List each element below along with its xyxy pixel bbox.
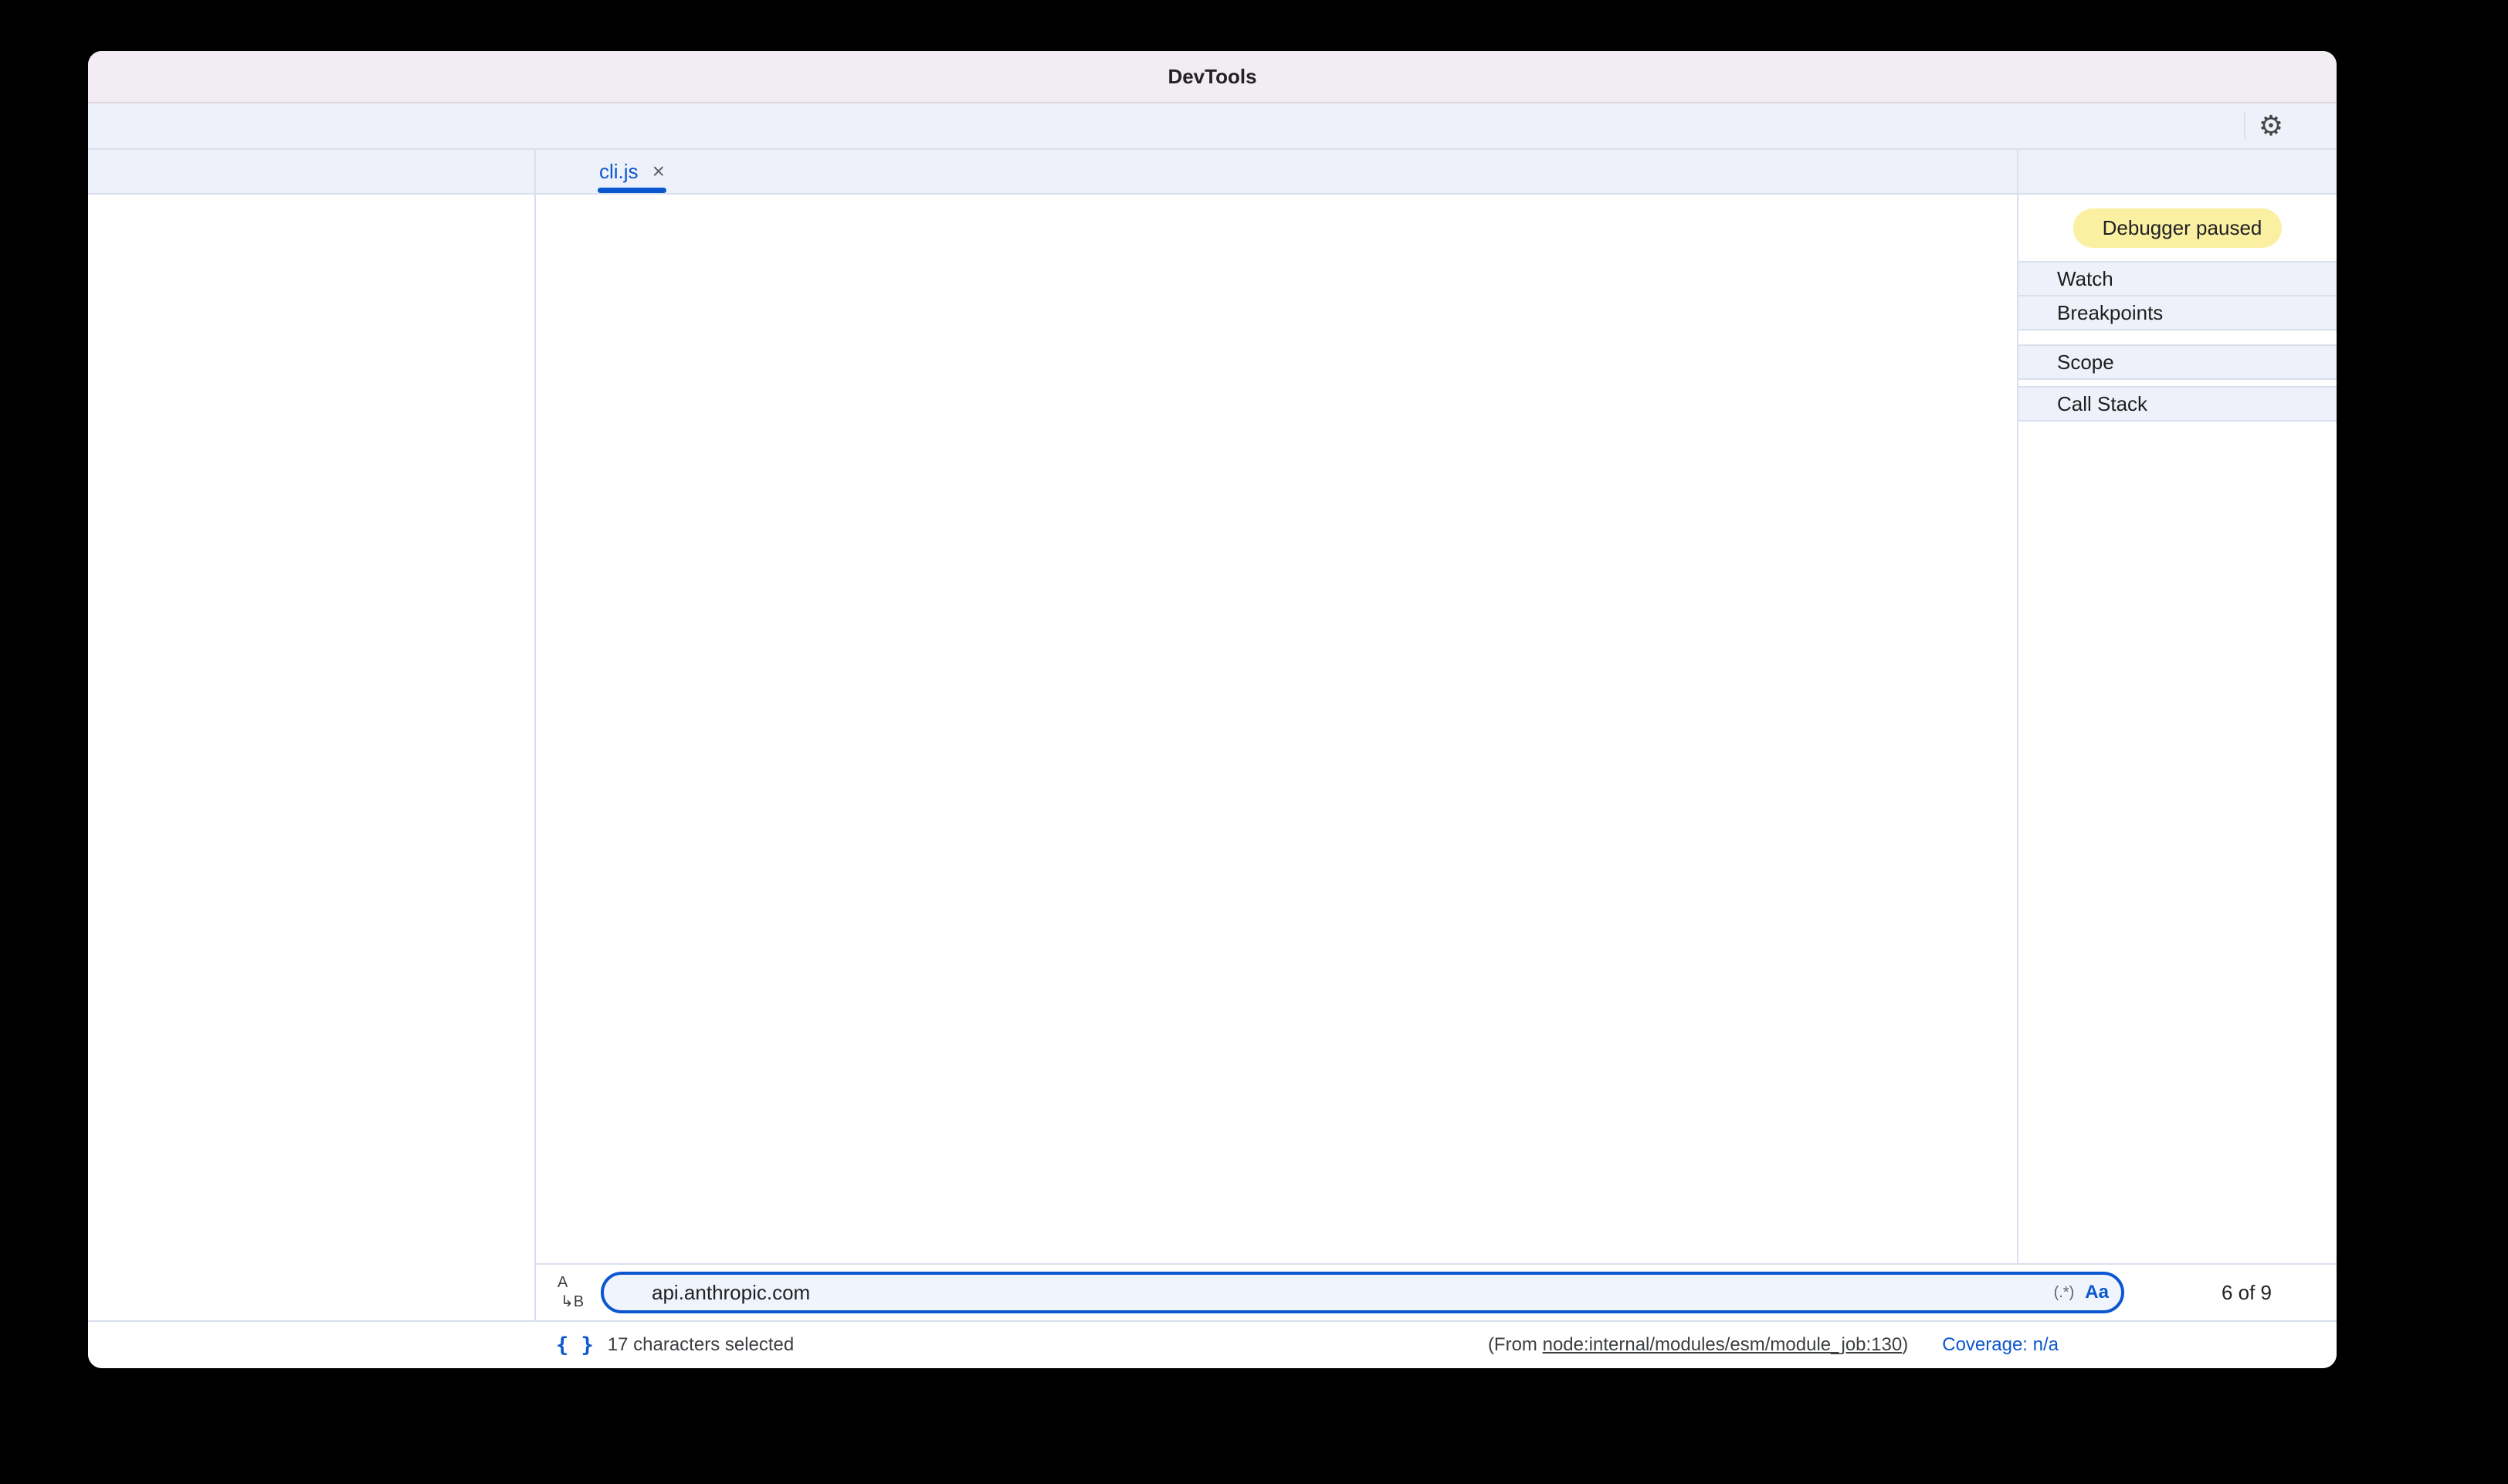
paused-row: Debugger paused <box>2018 195 2337 261</box>
tab-label: cli.js <box>599 160 639 184</box>
next-match-button[interactable] <box>2175 1276 2208 1309</box>
toggle-navigator-icon[interactable] <box>547 154 582 189</box>
window-title: DevTools <box>88 65 2337 89</box>
debugger-controls <box>2018 150 2337 195</box>
navigator-sidebar <box>88 150 536 1320</box>
titlebar: DevTools <box>88 51 2337 103</box>
status-bar: { } 17 characters selected (From node:in… <box>88 1320 2337 1368</box>
match-count: 6 of 9 <box>2222 1281 2272 1305</box>
toolbar-divider <box>2244 113 2245 139</box>
previous-match-button[interactable] <box>2143 1276 2175 1309</box>
paused-label: Debugger paused <box>2103 216 2262 240</box>
coverage-link[interactable]: Coverage: n/a <box>1942 1334 2059 1356</box>
devtools-window: DevTools ⚙ c <box>88 51 2337 1368</box>
editor-tabbar: cli.js × <box>536 150 2017 195</box>
gear-icon[interactable]: ⚙ <box>2253 108 2289 144</box>
close-window-button[interactable] <box>108 67 127 86</box>
active-tab-underline <box>598 188 666 193</box>
source-origin[interactable]: (From node:internal/modules/esm/module_j… <box>1488 1334 1908 1356</box>
scope-body <box>2018 380 2337 386</box>
close-tab-icon[interactable]: × <box>652 159 665 184</box>
navigator-more-icon[interactable] <box>490 154 525 189</box>
section-breakpoints[interactable]: Breakpoints <box>2018 296 2337 330</box>
section-call-stack[interactable]: Call Stack <box>2018 386 2337 422</box>
code-editor[interactable] <box>536 195 2017 1263</box>
zoom-window-button[interactable] <box>170 67 188 86</box>
debugger-paused-badge: Debugger paused <box>2073 208 2283 248</box>
breakpoints-body <box>2018 330 2337 344</box>
regex-toggle-icon[interactable]: (.*) <box>2054 1284 2075 1302</box>
editor-pane: cli.js × <box>536 150 2017 1263</box>
call-stack-list <box>2018 422 2337 1263</box>
match-case-toggle[interactable]: Aa <box>2085 1282 2109 1303</box>
replace-toggle-icon[interactable]: A↳B <box>554 1274 591 1311</box>
section-watch[interactable]: Watch <box>2018 261 2337 296</box>
pretty-print-icon[interactable]: { } <box>556 1333 594 1357</box>
search-box: (.*) Aa <box>601 1272 2124 1313</box>
clear-search-icon[interactable] <box>2018 1279 2045 1306</box>
search-bar: A↳B (.*) Aa 6 of 9 <box>536 1263 2337 1320</box>
minimize-window-button[interactable] <box>139 67 158 86</box>
kebab-menu-icon[interactable] <box>2289 108 2324 144</box>
navigator-tabs <box>88 150 534 195</box>
main-toolbar: ⚙ <box>88 103 2337 150</box>
search-icon <box>616 1281 639 1304</box>
selection-info: 17 characters selected <box>608 1334 794 1356</box>
debugger-panel: Debugger paused Watch Breakpoints S <box>2017 150 2337 1263</box>
search-input[interactable] <box>650 1280 2018 1306</box>
file-tree <box>88 195 534 198</box>
section-scope[interactable]: Scope <box>2018 344 2337 380</box>
hide-debugger-panel-icon[interactable] <box>1971 154 2006 189</box>
close-search-icon[interactable] <box>2286 1276 2318 1309</box>
tab-cli-js[interactable]: cli.js × <box>585 150 679 193</box>
